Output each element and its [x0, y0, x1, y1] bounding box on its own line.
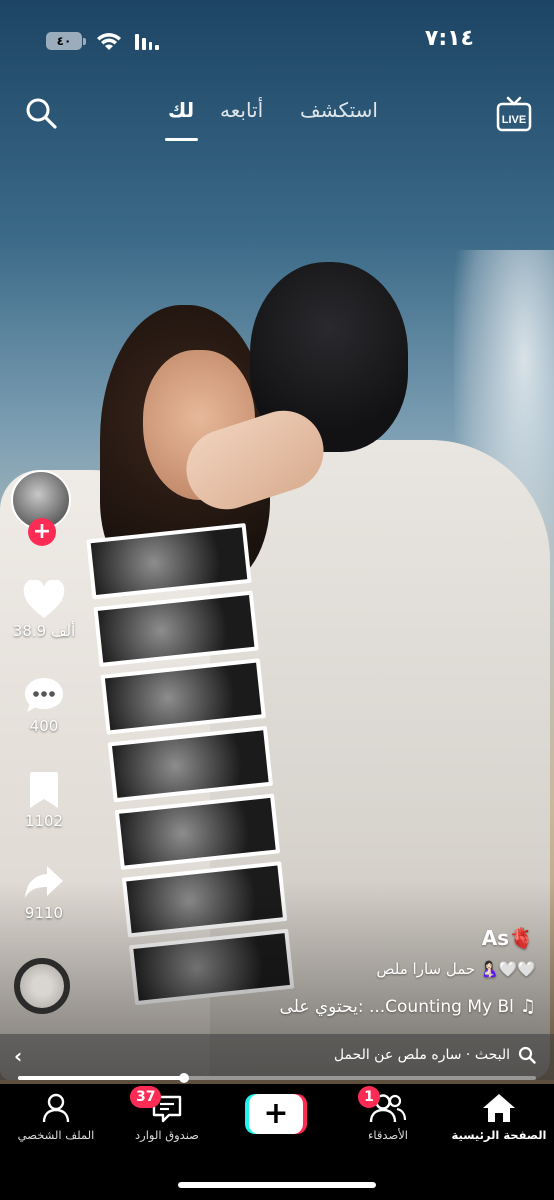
description-emojis: 🤱🏻🤍🤍 [479, 960, 536, 978]
tab-profile[interactable]: الملف الشخصي [12, 1092, 100, 1142]
like-button[interactable]: 38.9 ألف [8, 580, 80, 640]
search-suggestion-bar[interactable]: البحث · ساره ملص عن الحمل ‹ [0, 1034, 554, 1080]
follow-button[interactable]: + [28, 518, 56, 546]
battery-indicator: ٤٠ [46, 32, 86, 50]
comment-count: 400 [29, 717, 59, 735]
live-label: LIVE [502, 114, 526, 126]
live-button[interactable]: LIVE [496, 96, 532, 132]
video-progress-bar[interactable] [18, 1073, 536, 1083]
profile-icon [42, 1093, 70, 1123]
save-count: 1102 [24, 812, 64, 830]
active-tab-indicator [165, 138, 198, 141]
top-navigation: لك أتابعه استكشف LIVE [0, 94, 554, 142]
music-note-icon: ♫ [519, 996, 536, 1017]
like-count: 38.9 ألف [12, 622, 76, 640]
share-count: 9110 [24, 904, 64, 922]
live-tv-icon: LIVE [496, 96, 532, 132]
home-indicator [178, 1182, 376, 1188]
tab-explore[interactable]: استكشف [300, 98, 378, 122]
heart-icon [23, 580, 65, 618]
author-name[interactable]: As🫀 [482, 926, 534, 950]
progress-knob[interactable] [178, 1073, 189, 1083]
music-disc-icon[interactable] [14, 958, 70, 1014]
tiktok-feed-screen: ٤٠ ٧:١٤ لك أتابعه استكشف LIVE + 38.9 ألف… [0, 0, 554, 1200]
inbox-badge: 37 [130, 1086, 162, 1108]
search-suggestion-text: البحث · ساره ملص عن الحمل [333, 1047, 510, 1063]
heart-organ-emoji: 🫀 [509, 926, 534, 950]
search-suggestion: البحث · ساره ملص عن الحمل [334, 1046, 536, 1064]
create-button[interactable]: + [245, 1094, 307, 1134]
video-description[interactable]: حمل سارا ملص 🤱🏻🤍🤍 [376, 960, 536, 978]
status-bar: ٤٠ ٧:١٤ [0, 26, 554, 56]
search-icon[interactable] [24, 96, 58, 130]
tab-home-label: الصفحة الرئيسية [451, 1128, 547, 1142]
music-text: يحتوي على: ...Counting My Bl [279, 996, 514, 1017]
tab-home[interactable]: الصفحة الرئيسية [450, 1092, 548, 1142]
author-label: As [481, 926, 510, 950]
tab-for-you[interactable]: لك [168, 98, 194, 122]
friends-badge: 1 [358, 1086, 380, 1108]
wifi-icon [97, 33, 121, 50]
comment-icon [25, 678, 63, 712]
tab-friends-label: الأصدقاء [368, 1128, 408, 1142]
save-button[interactable]: 1102 [8, 770, 80, 830]
tab-following[interactable]: أتابعه [220, 98, 263, 122]
bookmark-icon [30, 772, 58, 808]
music-info[interactable]: يحتوي على: ...Counting My Bl ♫ [280, 996, 536, 1017]
search-small-icon [518, 1046, 536, 1064]
chevron-left-icon[interactable]: ‹ [14, 1044, 22, 1068]
share-button[interactable]: 9110 [8, 862, 80, 922]
description-text: حمل سارا ملص [376, 960, 476, 978]
cellular-signal-icon [135, 32, 159, 50]
plus-icon: + [249, 1094, 303, 1134]
home-icon [483, 1094, 515, 1122]
share-arrow-icon [25, 866, 63, 898]
tab-inbox-label: صندوق الوارد [135, 1128, 199, 1142]
clock: ٧:١٤ [424, 26, 474, 51]
video-player[interactable] [0, 0, 554, 1084]
tab-profile-label: الملف الشخصي [17, 1128, 95, 1142]
comment-button[interactable]: 400 [8, 675, 80, 735]
progress-fill [18, 1076, 184, 1080]
